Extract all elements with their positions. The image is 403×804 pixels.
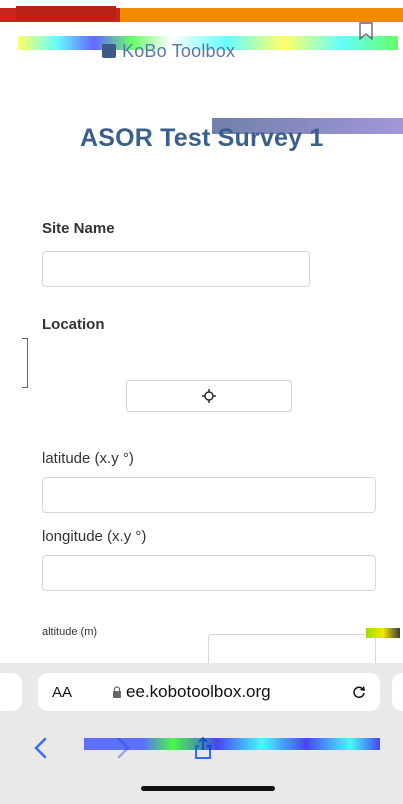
crosshair-target-icon — [202, 389, 216, 403]
latitude-input[interactable] — [42, 477, 376, 513]
bookmark-icon[interactable] — [359, 22, 373, 40]
brand-text: KoBo Toolbox — [122, 40, 236, 61]
lock-icon — [113, 686, 121, 698]
status-left — [16, 6, 116, 20]
brand-logo[interactable]: KoBo Toolbox — [102, 40, 235, 62]
right-edge-artifact — [366, 628, 400, 638]
toolbar-artifact — [84, 738, 380, 750]
survey-title: ASOR Test Survey 1 — [80, 124, 324, 152]
brand-mark-icon — [102, 44, 116, 58]
url-text: ee.kobotoolbox.org — [126, 682, 271, 701]
address-bar[interactable]: AA ee.kobotoolbox.org — [38, 673, 380, 711]
latitude-label: latitude (x.y °) — [42, 450, 134, 467]
reader-aa-button[interactable]: AA — [52, 684, 72, 701]
back-button[interactable] — [20, 728, 60, 768]
longitude-input[interactable] — [42, 555, 376, 591]
safari-toolbar — [0, 728, 403, 772]
site-name-input[interactable] — [42, 251, 310, 287]
home-indicator — [141, 786, 275, 791]
chevron-left-icon — [34, 737, 47, 759]
site-name-label: Site Name — [42, 220, 115, 237]
reload-icon[interactable] — [352, 685, 366, 699]
altitude-label: altitude (m) — [42, 626, 98, 638]
location-label: Location — [42, 316, 105, 333]
previous-tab-chip[interactable] — [0, 673, 22, 711]
geolocate-button[interactable] — [126, 380, 292, 412]
next-tab-chip[interactable] — [392, 673, 403, 711]
longitude-label: longitude (x.y °) — [42, 528, 147, 545]
left-side-indicator — [22, 338, 28, 388]
